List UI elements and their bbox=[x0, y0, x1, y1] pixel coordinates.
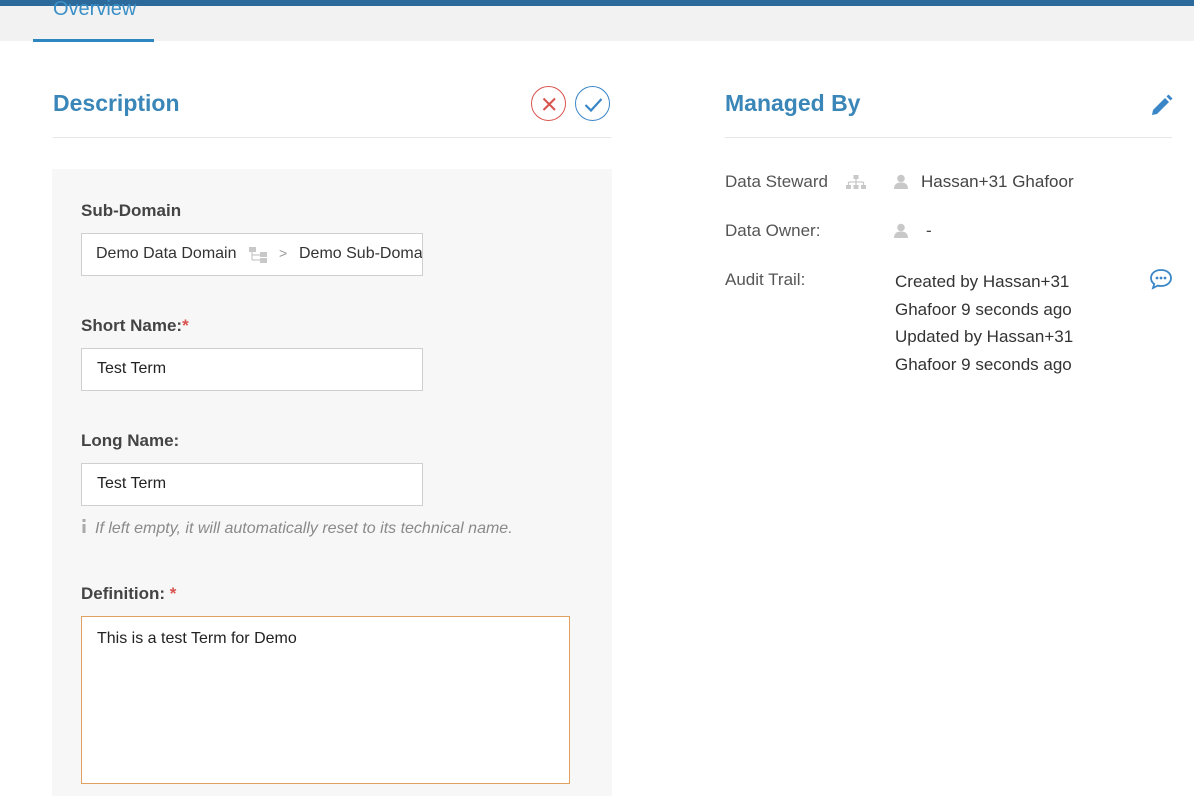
audit-updated-entry: Updated by Hassan+31 Ghafoor 9 seconds a… bbox=[895, 327, 1074, 374]
tab-overview-label: Overview bbox=[53, 0, 137, 20]
hierarchy-icon bbox=[249, 247, 269, 268]
breadcrumb-separator: > bbox=[279, 245, 288, 261]
short-name-label: Short Name:* bbox=[81, 316, 189, 335]
tab-strip: Overview bbox=[0, 0, 1194, 42]
long-name-hint: If left empty, it will automatically res… bbox=[81, 519, 513, 538]
domain-breadcrumb[interactable]: Demo Data Domain bbox=[96, 245, 237, 263]
description-divider bbox=[53, 137, 611, 138]
long-name-label: Long Name: bbox=[81, 431, 180, 450]
managed-by-divider bbox=[725, 137, 1172, 138]
data-steward-label: Data Steward bbox=[725, 172, 828, 191]
audit-trail-label: Audit Trail: bbox=[725, 270, 806, 289]
confirm-button[interactable] bbox=[575, 86, 610, 121]
tab-overview[interactable]: Overview bbox=[33, 0, 154, 42]
audit-created-entry: Created by Hassan+31 Ghafoor 9 seconds a… bbox=[895, 272, 1072, 319]
data-steward-value[interactable]: Hassan+31 Ghafoor bbox=[921, 172, 1074, 192]
subdomain-breadcrumb[interactable]: Demo Sub-Domain bbox=[299, 245, 422, 263]
data-owner-label: Data Owner: bbox=[725, 221, 821, 240]
sub-domain-selector[interactable]: Demo Data Domain > Demo Sub-Domain bbox=[81, 233, 423, 276]
pencil-icon[interactable] bbox=[1148, 92, 1174, 123]
definition-label: Definition: * bbox=[81, 584, 177, 603]
audit-trail-entries: Created by Hassan+31 Ghafoor 9 seconds a… bbox=[895, 268, 1125, 378]
close-icon bbox=[542, 97, 556, 111]
sub-domain-label: Sub-Domain bbox=[81, 201, 182, 220]
user-icon bbox=[894, 174, 908, 195]
cancel-button[interactable] bbox=[531, 86, 566, 121]
data-owner-value: - bbox=[926, 221, 932, 240]
info-icon bbox=[81, 519, 91, 538]
short-name-input[interactable]: Test Term bbox=[81, 348, 423, 391]
org-chart-icon bbox=[846, 175, 866, 195]
definition-textarea[interactable]: This is a test Term for Demo bbox=[81, 616, 570, 784]
checkmark-icon bbox=[584, 98, 603, 113]
comment-icon[interactable] bbox=[1149, 268, 1173, 295]
managed-by-title: Managed By bbox=[725, 90, 861, 116]
user-icon bbox=[894, 223, 908, 244]
long-name-input[interactable]: Test Term bbox=[81, 463, 423, 506]
description-title: Description bbox=[53, 90, 180, 116]
